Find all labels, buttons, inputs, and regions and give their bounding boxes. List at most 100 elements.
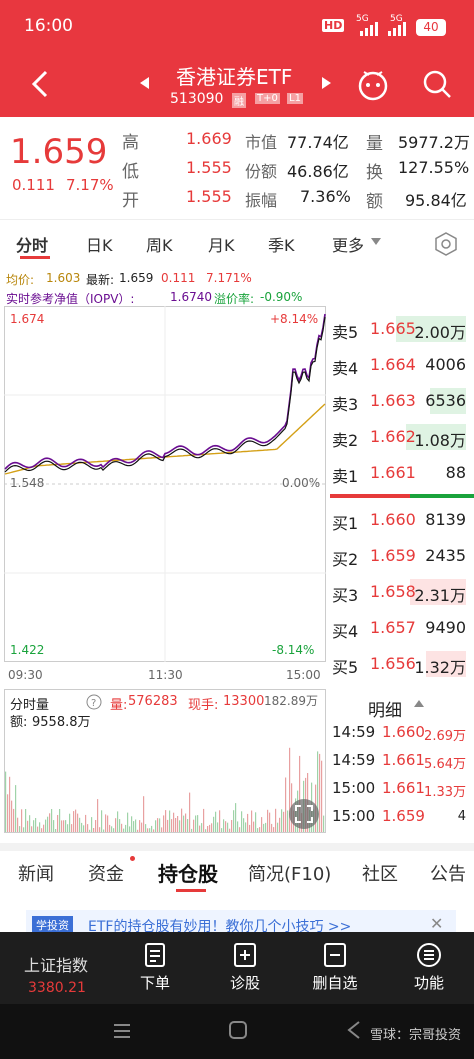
volume-bar	[93, 828, 95, 832]
index-value: 3380.21	[28, 980, 86, 996]
tab-news[interactable]: 新闻	[18, 860, 54, 886]
volume-bar	[89, 829, 91, 832]
tab-community[interactable]: 社区	[362, 860, 398, 886]
volume-bar	[81, 822, 83, 832]
volume-bar	[39, 822, 41, 832]
orderbook-row[interactable]: 卖2 1.662 1.08万	[330, 419, 474, 455]
volume-bar	[285, 777, 287, 832]
volume-bar	[41, 828, 43, 832]
orderbook-row[interactable]: 买3 1.658 2.31万	[330, 574, 474, 610]
orderbook-row[interactable]: 卖3 1.663 6536	[330, 383, 474, 419]
volume-bar	[43, 824, 45, 832]
volume-bar	[115, 818, 117, 832]
latest-value: 1.659	[119, 271, 154, 285]
close-icon[interactable]: ✕	[430, 914, 443, 933]
amp-label: 振幅	[245, 191, 278, 210]
volume-bar	[225, 821, 227, 832]
volume-bar	[125, 824, 127, 832]
back-icon[interactable]	[28, 69, 52, 99]
volume-bar	[29, 815, 31, 832]
vol-amt-value: 9558.8万	[32, 715, 91, 730]
volume-bar	[17, 817, 19, 832]
search-icon[interactable]	[422, 69, 452, 99]
volume-bar	[277, 822, 279, 832]
volume-bar	[175, 818, 177, 832]
signal2-icon	[388, 22, 406, 36]
level-price: 1.660	[370, 510, 416, 529]
tab-day[interactable]: 日K	[86, 232, 113, 256]
volume-bar	[231, 820, 233, 832]
fullscreen-icon[interactable]	[288, 798, 320, 830]
index-name[interactable]: 上证指数	[24, 952, 88, 976]
vol-max-label: 182.89万	[264, 694, 318, 708]
turn-label: 换	[366, 163, 383, 183]
function-button[interactable]: 功能	[384, 940, 474, 993]
snowball-icon[interactable]	[356, 67, 390, 101]
volume-bar	[247, 813, 249, 832]
latest-label: 最新:	[86, 273, 115, 287]
tab-month[interactable]: 月K	[208, 232, 235, 256]
detail-row: 14:59 1.661 5.64万	[330, 747, 474, 775]
prev-icon[interactable]	[140, 77, 150, 89]
volume-bar	[217, 822, 219, 832]
diagnose-button[interactable]: 诊股	[200, 940, 290, 993]
vol-value: 5977.2万	[398, 133, 470, 152]
tab-capital[interactable]: 资金	[88, 860, 124, 886]
detail-volume: 4	[457, 809, 466, 824]
orderbook-row[interactable]: 买4 1.657 9490	[330, 610, 474, 646]
detail-price: 1.661	[382, 779, 425, 797]
x-tick-1500: 15:00	[286, 668, 321, 682]
tab-week[interactable]: 周K	[146, 232, 173, 256]
tab-intraday[interactable]: 分时	[16, 232, 48, 256]
detail-title[interactable]: 明细	[368, 696, 402, 721]
last-price: 1.659	[10, 132, 108, 172]
volume-bar	[211, 823, 213, 832]
divider	[0, 219, 474, 220]
recents-icon[interactable]	[112, 1022, 132, 1040]
tab-notice[interactable]: 公告	[430, 860, 466, 886]
home-icon[interactable]	[228, 1020, 248, 1040]
help-icon[interactable]: ?	[86, 694, 102, 710]
x-tick-0930: 09:30	[8, 668, 43, 682]
volume-bar	[91, 817, 93, 832]
gear-icon[interactable]	[434, 232, 458, 256]
tab-quarter[interactable]: 季K	[268, 232, 295, 256]
orderbook-row[interactable]: 买5 1.656 1.32万	[330, 646, 474, 682]
tab-holdings[interactable]: 持仓股	[158, 858, 218, 887]
volume-bar	[169, 810, 171, 832]
volume-bar	[53, 820, 55, 832]
level-price: 1.663	[370, 391, 416, 410]
tab-more[interactable]: 更多	[332, 232, 364, 256]
volume-bar	[239, 827, 241, 832]
next-icon[interactable]	[322, 77, 332, 89]
volume-bar	[27, 820, 29, 832]
volume-bar	[15, 785, 17, 832]
volume-bar	[119, 819, 121, 832]
volume-bar	[141, 822, 143, 832]
detail-row: 15:00 1.659 4	[330, 803, 474, 831]
level-label: 买4	[332, 622, 359, 641]
back-nav-icon[interactable]	[344, 1020, 364, 1040]
volume-bar	[255, 812, 257, 832]
level-label: 买5	[332, 658, 359, 677]
price-chart[interactable]	[4, 306, 326, 662]
remove-watch-button[interactable]: 删自选	[290, 940, 380, 993]
orderbook-row[interactable]: 卖5 1.665 2.00万	[330, 311, 474, 347]
detail-volume: 1.33万	[424, 785, 466, 800]
avg-label: 均价:	[6, 273, 35, 287]
orderbook-row[interactable]: 卖1 1.661 88	[330, 455, 474, 491]
orderbook-row[interactable]: 买1 1.660 8139	[330, 502, 474, 538]
volume-bar	[259, 827, 261, 832]
order-button[interactable]: 下单	[110, 940, 200, 993]
badge-t0: T+0	[255, 93, 280, 104]
volume-bar	[35, 818, 37, 832]
tab-f10[interactable]: 简况(F10)	[248, 860, 331, 886]
iopv-value: 1.6740	[170, 290, 212, 304]
orderbook-row[interactable]: 买2 1.659 2435	[330, 538, 474, 574]
open-label: 开	[122, 191, 139, 211]
volume-bar	[199, 825, 201, 832]
volume-bar	[25, 809, 27, 832]
orderbook-row[interactable]: 卖4 1.664 4006	[330, 347, 474, 383]
pct-top-label: +8.14%	[270, 312, 319, 326]
volume-bar	[121, 823, 123, 832]
